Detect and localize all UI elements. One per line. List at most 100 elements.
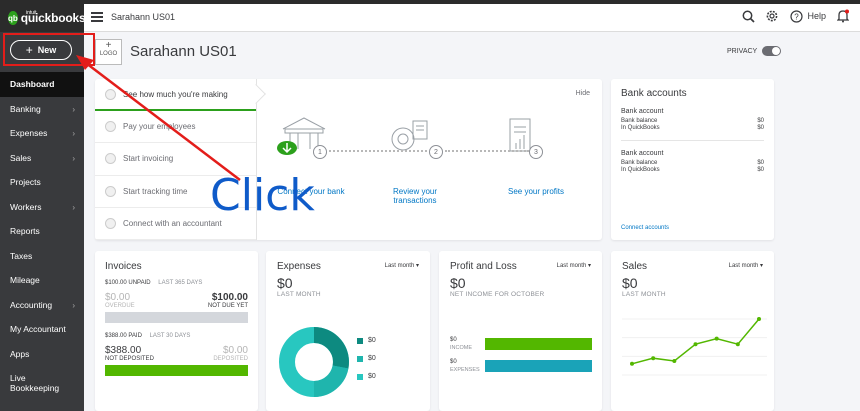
privacy-toggle[interactable]: PRIVACY xyxy=(727,46,782,56)
privacy-label: PRIVACY xyxy=(727,47,758,55)
expenses-donut-chart[interactable] xyxy=(277,325,351,399)
sidebar-item-reports[interactable]: Reports xyxy=(0,219,84,244)
help-label: Help xyxy=(807,11,826,21)
chevron-right-icon: › xyxy=(72,129,75,138)
gear-icon[interactable] xyxy=(765,9,779,23)
paid-bar[interactable] xyxy=(105,365,248,376)
chevron-right-icon: › xyxy=(72,104,75,114)
bank-account-entry[interactable]: Bank account Bank balance $0 In QuickBooks $… xyxy=(621,150,764,174)
invoices-unpaid-header: $100.00 UNPAID LAST 365 DAYS xyxy=(105,280,248,286)
sidebar-item-label: Taxes xyxy=(10,250,33,261)
sales-point[interactable] xyxy=(714,336,719,341)
chevron-down-icon: ▾ xyxy=(759,263,763,269)
legend-swatch xyxy=(357,355,363,362)
sidebar-item-projects[interactable]: Projects xyxy=(0,170,84,195)
sales-point[interactable] xyxy=(651,356,656,361)
svg-text:?: ? xyxy=(794,12,799,21)
not-deposited-label: NOT DEPOSITED xyxy=(105,356,154,362)
add-logo-button[interactable]: + LOGO xyxy=(95,39,122,65)
setup-task-item[interactable]: Start invoicing xyxy=(95,143,256,176)
income-row[interactable]: $0 INCOME xyxy=(450,336,592,352)
sales-amount: $0 xyxy=(622,275,638,291)
sidebar-item-taxes[interactable]: Taxes xyxy=(0,244,84,269)
bank-balance-value: $0 xyxy=(757,160,764,166)
new-button[interactable]: + New xyxy=(10,40,72,60)
sidebar-item-my-accountant[interactable]: My Accountant xyxy=(0,317,84,342)
check-circle-icon xyxy=(105,217,116,229)
connect-accounts-link[interactable]: Connect accounts xyxy=(621,225,669,231)
divider xyxy=(621,140,764,141)
qb-balance-value: $0 xyxy=(757,125,764,131)
sidebar-item-live-bookkeeping[interactable]: Live Bookkeeping xyxy=(0,366,84,400)
setup-task-item[interactable]: Connect with an accountant xyxy=(95,208,256,240)
sidebar-item-dashboard[interactable]: Dashboard xyxy=(0,72,84,97)
quickbooks-logo[interactable]: qb intuit quickbooks xyxy=(0,4,86,32)
invoices-title: Invoices xyxy=(105,261,142,272)
sidebar-item-sales[interactable]: Sales › xyxy=(0,146,84,171)
qb-balance-label: In QuickBooks xyxy=(621,167,660,173)
chevron-down-icon: ▾ xyxy=(587,263,591,269)
bank-account-entry[interactable]: Bank account Bank balance $0 In QuickBooks $… xyxy=(621,108,764,132)
see-profits-link[interactable]: See your profits xyxy=(496,187,576,196)
hide-link[interactable]: Hide xyxy=(576,90,590,97)
search-icon[interactable] xyxy=(741,9,755,23)
sidebar-item-label: Mileage xyxy=(10,275,40,286)
review-transactions-step[interactable]: Review your transactions xyxy=(375,183,455,205)
sales-period-dropdown[interactable]: Last month ▾ xyxy=(729,262,763,269)
setup-task-label: Start invoicing xyxy=(123,154,174,164)
chevron-right-icon: › xyxy=(72,300,75,310)
unpaid-total: $100.00 UNPAID xyxy=(105,280,151,286)
setup-task-item[interactable]: See how much you're making xyxy=(95,79,266,112)
sales-trend-chart[interactable] xyxy=(622,313,767,383)
expenses-bar[interactable] xyxy=(485,360,592,372)
help-button[interactable]: ? Help xyxy=(789,9,826,23)
company-name-top: Sarahann US01 xyxy=(111,12,176,22)
legend-item: $0 xyxy=(357,355,376,362)
privacy-switch[interactable] xyxy=(762,46,782,56)
sidebar-item-accounting[interactable]: Accounting › xyxy=(0,293,84,318)
expenses-row[interactable]: $0 EXPENSES xyxy=(450,358,592,374)
sidebar-item-label: Accounting xyxy=(10,299,53,310)
invoices-card: Invoices $100.00 UNPAID LAST 365 DAYS $0… xyxy=(95,251,258,411)
see-profits-step[interactable]: See your profits xyxy=(496,183,576,196)
sidebar-item-workers[interactable]: Workers › xyxy=(0,195,84,220)
unpaid-period: LAST 365 DAYS xyxy=(158,280,203,286)
chevron-right-icon: › xyxy=(72,202,75,212)
sales-point[interactable] xyxy=(757,317,761,321)
unpaid-bar[interactable] xyxy=(105,312,248,323)
pnl-expenses-amount: $0 xyxy=(450,359,457,365)
sidebar-item-label: Projects xyxy=(10,177,41,188)
bank-balance-label: Bank balance xyxy=(621,160,658,166)
pnl-period-label: Last month xyxy=(556,263,587,269)
check-circle-icon xyxy=(105,153,116,165)
income-amount: $0 xyxy=(450,337,457,343)
sidebar-item-mileage[interactable]: Mileage xyxy=(0,268,84,293)
sales-point[interactable] xyxy=(630,361,634,366)
connect-bank-link[interactable]: Connect your bank xyxy=(271,187,351,196)
legend-item: $0 xyxy=(357,337,376,344)
expenses-period-dropdown[interactable]: Last month ▾ xyxy=(385,262,419,269)
qb-balance-label: In QuickBooks xyxy=(621,125,660,131)
sales-sub: LAST MONTH xyxy=(622,291,666,298)
setup-task-item[interactable]: Start tracking time xyxy=(95,176,256,208)
setup-task-item[interactable]: Pay your employees xyxy=(95,111,256,144)
step-connector xyxy=(329,150,427,152)
sidebar-item-label: Reports xyxy=(10,226,40,237)
sales-period-label: Last month xyxy=(728,263,759,269)
setup-task-label: Start tracking time xyxy=(123,186,188,196)
sales-point[interactable] xyxy=(672,359,677,363)
income-label: INCOME xyxy=(450,345,472,351)
pnl-period-dropdown[interactable]: Last month ▾ xyxy=(557,262,591,269)
sales-point[interactable] xyxy=(693,342,698,347)
sidebar-item-apps[interactable]: Apps xyxy=(0,342,84,367)
notification-bell-icon[interactable] xyxy=(836,9,850,23)
sidebar-item-banking[interactable]: Banking › xyxy=(0,97,84,122)
income-bar[interactable] xyxy=(485,338,592,350)
logo-label: LOGO xyxy=(99,51,118,57)
sales-point[interactable] xyxy=(735,342,740,347)
sidebar-item-expenses[interactable]: Expenses › xyxy=(0,121,84,146)
connect-bank-step[interactable]: Connect your bank xyxy=(271,183,351,196)
hamburger-menu-icon[interactable] xyxy=(91,12,103,22)
review-transactions-link[interactable]: Review your transactions xyxy=(375,187,455,205)
bank-balance-value: $0 xyxy=(757,118,764,124)
